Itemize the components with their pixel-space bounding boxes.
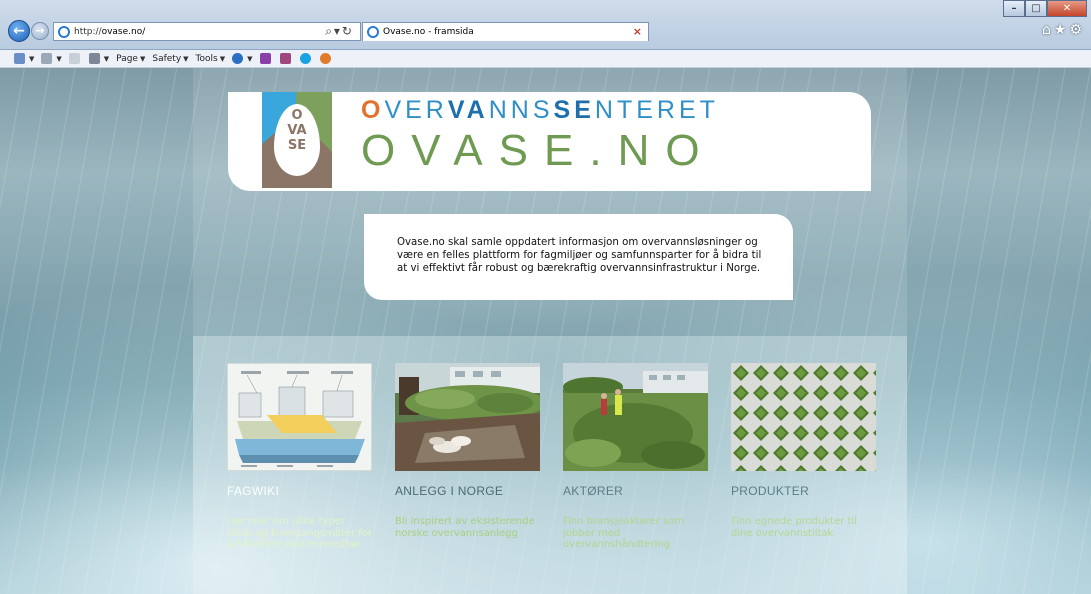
safety-menu[interactable]: Safety ▼ [152, 54, 188, 64]
home-favorites-settings-icons[interactable]: ⌂★⚙ [1042, 22, 1085, 38]
tile-grid: FAGWIKI Lær mer om ulike typer tiltak og… [227, 363, 907, 593]
page-menu[interactable]: Page ▼ [116, 54, 145, 64]
feeds-menu-button[interactable]: ▼ [41, 53, 62, 64]
help-icon [232, 53, 244, 64]
mail-button[interactable] [68, 53, 82, 64]
minimize-button[interactable]: – [1003, 0, 1025, 17]
navigation-row: ← → http://ovase.no/ ⌕▾↻ Ovase.no - fram… [0, 18, 1091, 42]
ovase-logo-icon: O VA SE [262, 92, 332, 188]
tab-close-icon[interactable]: × [633, 25, 642, 38]
mail-icon [68, 53, 80, 64]
command-bar: ▼ ▼ ▼ Page ▼ Safety ▼ Tools ▼ ▼ [0, 50, 1091, 68]
addon-button[interactable] [319, 53, 333, 64]
skype-button[interactable] [299, 53, 313, 64]
aktorer-photo-image[interactable] [563, 363, 708, 471]
ie-icon [367, 26, 379, 38]
tile-fagwiki-title[interactable]: FAGWIKI [227, 484, 279, 498]
feeds-icon [41, 53, 53, 64]
site-domain: OVASE.NO [361, 126, 716, 175]
tile-produkter-title[interactable]: PRODUKTER [731, 484, 809, 498]
tile-aktorer-title[interactable]: AKTØRER [563, 484, 623, 498]
tab-title: Ovase.no - framsida [383, 27, 474, 37]
page-viewport: O VA SE OVERVANNSSENTERET OVASE.NO Ovase… [0, 68, 1091, 594]
anlegg-photo-image[interactable] [395, 363, 540, 471]
lync-icon [279, 53, 291, 64]
back-button[interactable]: ← [8, 20, 30, 42]
help-menu[interactable]: ▼ [232, 53, 253, 64]
fagwiki-diagram-image[interactable] [227, 363, 372, 471]
tile-anlegg-title[interactable]: ANLEGG I NORGE [395, 484, 503, 498]
home-icon [14, 53, 25, 64]
search-refresh-icons[interactable]: ⌕▾↻ [325, 24, 354, 39]
intro-text-card: Ovase.no skal samle oppdatert informasjo… [364, 214, 793, 300]
site-title: OVERVANNSSENTERET [361, 96, 719, 124]
skype-icon [299, 53, 311, 64]
address-bar[interactable]: http://ovase.no/ ⌕▾↻ [53, 22, 361, 41]
print-menu-button[interactable]: ▼ [88, 53, 109, 64]
lync-button[interactable] [279, 53, 293, 64]
addon-icon [319, 53, 331, 64]
tile-aktorer-text[interactable]: Finn bransjeaktører som jobber med overv… [563, 516, 708, 551]
window-controls: – □ ✕ [1003, 0, 1087, 17]
tab-ovase[interactable]: Ovase.no - framsida × [362, 22, 649, 41]
intro-text: Ovase.no skal samle oppdatert informasjo… [397, 237, 762, 274]
logo-letters: O VA SE [287, 108, 307, 153]
site-header-logo[interactable]: O VA SE OVERVANNSSENTERET OVASE.NO [228, 92, 871, 191]
forward-button[interactable]: → [31, 22, 49, 40]
address-url: http://ovase.no/ [74, 26, 146, 37]
tile-produkter-text[interactable]: Finn egnede produkter til dine overvanns… [731, 516, 876, 539]
close-window-button[interactable]: ✕ [1047, 0, 1087, 17]
onenote-icon [259, 53, 271, 64]
onenote-button[interactable] [259, 53, 273, 64]
produkter-grass-paver-image[interactable] [731, 363, 876, 471]
print-icon [88, 53, 100, 64]
tile-anlegg-text[interactable]: Bli inspirert av eksisterende norske ove… [395, 516, 540, 539]
home-menu-button[interactable]: ▼ [14, 53, 34, 64]
browser-chrome: – □ ✕ ← → http://ovase.no/ ⌕▾↻ Ovase.no … [0, 0, 1091, 50]
ie-icon [58, 25, 70, 38]
tools-menu[interactable]: Tools ▼ [196, 54, 226, 64]
tile-fagwiki-text[interactable]: Lær mer om ulike typer tiltak og framgan… [227, 516, 372, 551]
maximize-button[interactable]: □ [1025, 0, 1047, 17]
